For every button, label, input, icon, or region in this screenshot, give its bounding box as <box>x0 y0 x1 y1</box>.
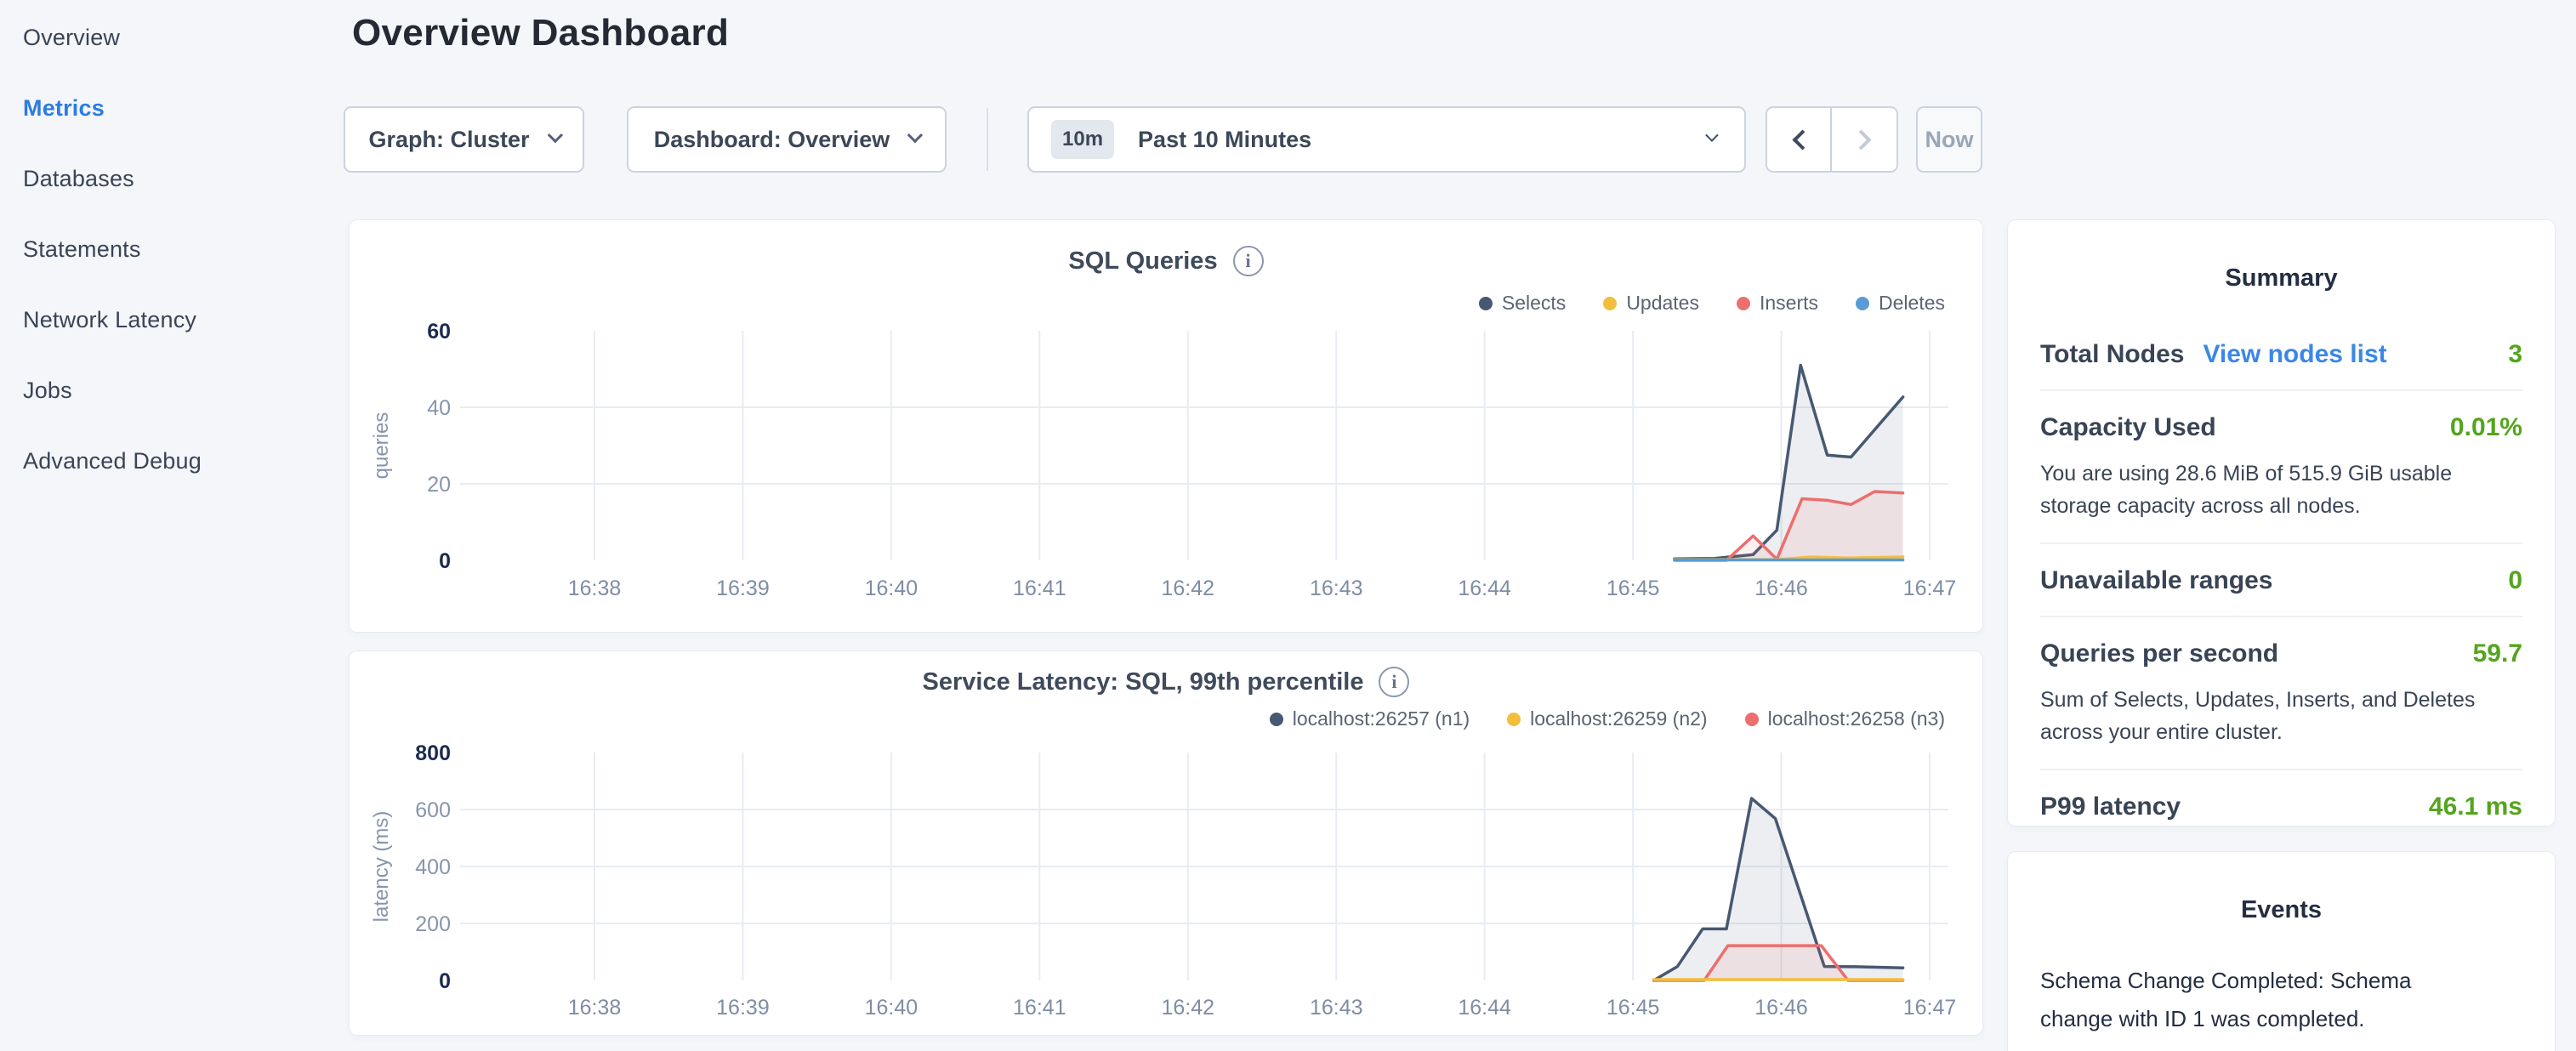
summary-row-queries-per-second: Queries per second 59.7 Sum of Selects, Up… <box>2040 617 2522 770</box>
sidebar-item-metrics[interactable]: Metrics <box>23 91 340 125</box>
page-title: Overview Dashboard <box>352 12 729 54</box>
svg-text:0: 0 <box>439 549 451 573</box>
summary-row-value: 3 <box>2508 340 2522 369</box>
svg-text:16:43: 16:43 <box>1310 577 1363 600</box>
sidebar-item-jobs[interactable]: Jobs <box>23 373 340 407</box>
svg-text:16:39: 16:39 <box>716 996 770 1020</box>
svg-text:400: 400 <box>415 855 451 879</box>
summary-row-capacity-used: Capacity Used 0.01% You are using 28.6 MiB… <box>2040 391 2522 544</box>
chart-plot-area[interactable]: 16:38 16:39 16:40 16:41 16:42 16:43 16:44 16:45… <box>350 220 1984 633</box>
summary-row-value: 46.1 ms <box>2429 793 2522 821</box>
svg-text:16:45: 16:45 <box>1606 996 1660 1020</box>
svg-text:0: 0 <box>439 969 451 993</box>
summary-row-unavailable-ranges: Unavailable ranges 0 <box>2040 544 2522 617</box>
svg-text:16:44: 16:44 <box>1458 996 1511 1020</box>
chart-plot-area[interactable]: 16:38 16:39 16:40 16:41 16:42 16:43 16:44 16:45… <box>350 651 1984 1037</box>
svg-text:16:45: 16:45 <box>1606 577 1660 600</box>
time-range-badge: 10m <box>1051 120 1114 159</box>
chevron-down-icon <box>547 127 562 142</box>
sql-queries-chart-card: SQL QueriesiSelectsUpdatesInsertsDeletes… <box>349 219 1983 633</box>
now-button[interactable]: Now <box>1916 106 1982 173</box>
page: Overview Metrics Databases Statements Networ… <box>0 0 2576 1051</box>
svg-text:16:38: 16:38 <box>568 996 622 1020</box>
time-range-label: Past 10 Minutes <box>1138 127 1311 153</box>
summary-row-value: 0.01% <box>2450 413 2522 442</box>
summary-row-subtext: Sum of Selects, Updates, Inserts, and De… <box>2040 684 2516 748</box>
summary-row-label: Total Nodes <box>2040 340 2184 369</box>
svg-text:20: 20 <box>427 473 451 497</box>
service-latency-chart-card: Service Latency: SQL, 99th percentileilo… <box>349 650 1983 1036</box>
svg-text:16:47: 16:47 <box>1903 996 1957 1020</box>
svg-text:16:41: 16:41 <box>1013 577 1066 600</box>
time-range-selector[interactable]: 10m Past 10 Minutes <box>1027 106 1746 173</box>
svg-text:16:41: 16:41 <box>1013 996 1066 1020</box>
events-panel: Events Schema Change Completed: Schema c… <box>2007 851 2556 1051</box>
svg-text:60: 60 <box>427 320 451 344</box>
svg-text:40: 40 <box>427 396 451 420</box>
summary-row-subtext: You are using 28.6 MiB of 515.9 GiB usab… <box>2040 457 2516 522</box>
events-title: Events <box>2040 896 2522 924</box>
svg-text:16:47: 16:47 <box>1903 577 1957 600</box>
sidebar: Overview Metrics Databases Statements Networ… <box>0 0 340 1051</box>
summary-title: Summary <box>2040 264 2522 293</box>
svg-text:16:44: 16:44 <box>1458 577 1511 600</box>
summary-panel: Summary Total Nodes View nodes list 3 Capac… <box>2007 219 2556 827</box>
dashboard-dropdown-label: Dashboard: Overview <box>654 127 890 153</box>
svg-text:800: 800 <box>415 741 451 765</box>
summary-row-label: P99 latency <box>2040 793 2181 821</box>
svg-text:latency (ms): latency (ms) <box>370 811 393 923</box>
svg-text:queries: queries <box>370 412 393 480</box>
svg-text:16:43: 16:43 <box>1310 996 1363 1020</box>
chevron-left-icon <box>1792 129 1812 150</box>
graph-dropdown[interactable]: Graph: Cluster <box>344 106 584 173</box>
summary-row-p99-latency: P99 latency 46.1 ms <box>2040 770 2522 842</box>
chevron-down-icon <box>1705 128 1719 142</box>
svg-text:16:40: 16:40 <box>865 577 918 600</box>
svg-text:16:38: 16:38 <box>568 577 622 600</box>
dashboard-dropdown[interactable]: Dashboard: Overview <box>627 106 947 173</box>
svg-text:16:40: 16:40 <box>865 996 918 1020</box>
summary-row-label: Queries per second <box>2040 639 2278 668</box>
summary-row-label: Unavailable ranges <box>2040 566 2272 595</box>
svg-text:16:46: 16:46 <box>1754 996 1808 1020</box>
svg-text:16:46: 16:46 <box>1754 577 1808 600</box>
svg-text:16:42: 16:42 <box>1161 577 1214 600</box>
summary-row-value: 0 <box>2508 566 2522 595</box>
summary-rows: Total Nodes View nodes list 3 Capacity Used… <box>2040 318 2522 842</box>
sidebar-item-network-latency[interactable]: Network Latency <box>23 303 340 337</box>
sidebar-item-statements[interactable]: Statements <box>23 232 340 266</box>
event-item[interactable]: Schema Change Completed: Schema change w… <box>2040 962 2440 1038</box>
sidebar-item-advanced-debug[interactable]: Advanced Debug <box>23 444 340 478</box>
time-forward-button[interactable] <box>1832 106 1898 173</box>
sidebar-item-databases[interactable]: Databases <box>23 162 340 196</box>
summary-row-total-nodes: Total Nodes View nodes list 3 <box>2040 318 2522 391</box>
svg-text:200: 200 <box>415 912 451 936</box>
view-nodes-list-link[interactable]: View nodes list <box>2203 340 2386 369</box>
svg-text:16:39: 16:39 <box>716 577 770 600</box>
summary-row-label: Capacity Used <box>2040 413 2216 442</box>
time-step-group <box>1766 106 1898 173</box>
chevron-right-icon <box>1851 129 1871 150</box>
graph-dropdown-label: Graph: Cluster <box>368 127 529 153</box>
svg-text:600: 600 <box>415 798 451 822</box>
svg-text:16:42: 16:42 <box>1161 996 1214 1020</box>
chevron-down-icon <box>907 127 923 142</box>
summary-row-value: 59.7 <box>2473 639 2522 668</box>
sidebar-item-overview[interactable]: Overview <box>23 20 340 54</box>
time-back-button[interactable] <box>1766 106 1832 173</box>
toolbar-divider <box>987 108 988 171</box>
